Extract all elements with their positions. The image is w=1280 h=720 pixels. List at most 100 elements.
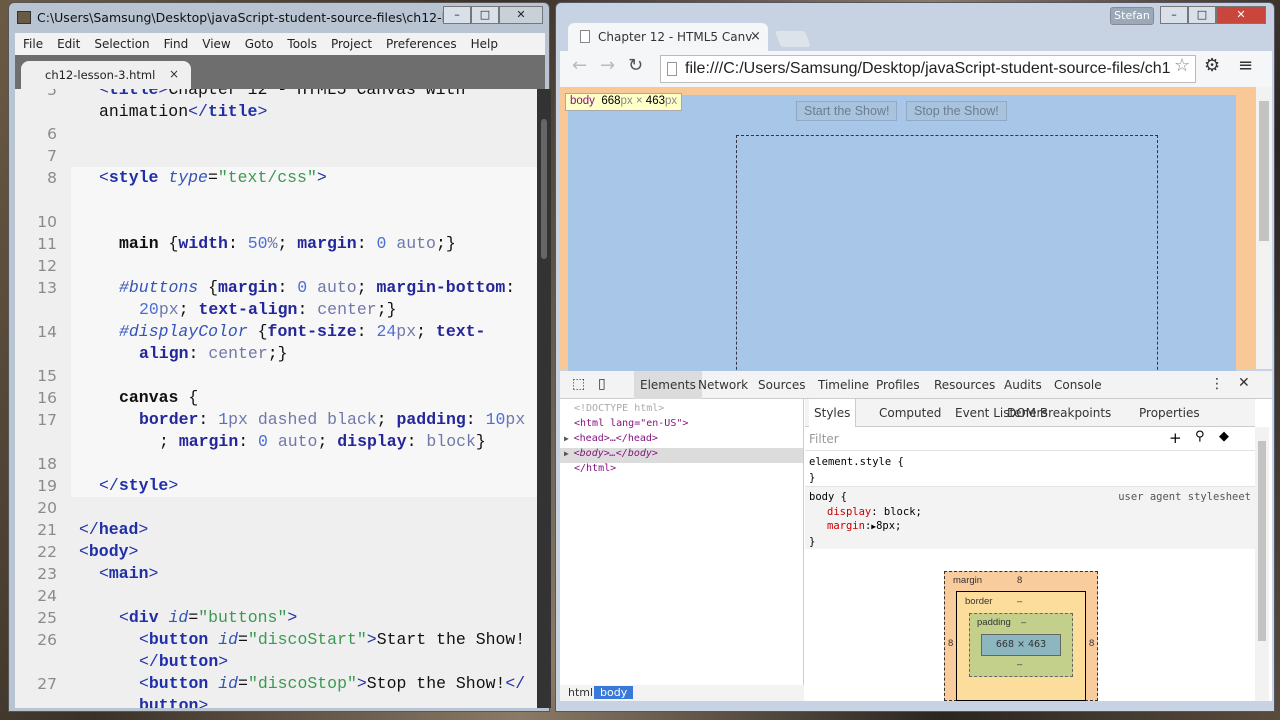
property-margin[interactable]: margin — [827, 520, 865, 532]
filter-input[interactable]: Filter — [809, 432, 839, 446]
maximize-button[interactable]: □ — [471, 6, 499, 24]
devtools-tab-resources[interactable]: Resources — [934, 378, 995, 392]
stop-show-button[interactable]: Stop the Show! — [906, 101, 1007, 121]
code-line[interactable]: 11 main {width: 50%; margin: 0 auto;} — [15, 233, 537, 255]
dom-tree-row[interactable]: <!DOCTYPE html> — [560, 403, 803, 418]
close-tab-icon[interactable]: × — [169, 67, 179, 81]
menu-edit[interactable]: Edit — [49, 33, 86, 51]
editor-scrollbar[interactable] — [537, 89, 551, 708]
start-show-button[interactable]: Start the Show! — [796, 101, 898, 121]
styles-tab-dom-breakpoints[interactable]: DOM Breakpoints — [1007, 406, 1111, 420]
code-line[interactable]: 7 — [15, 145, 537, 167]
dom-node[interactable]: <html lang="en-US"> — [574, 418, 688, 429]
devtools-tab-network[interactable]: Network — [698, 378, 748, 392]
color-format-icon[interactable]: ◆ — [1219, 429, 1229, 444]
browser-tab[interactable]: Chapter 12 - HTML5 Canv × — [568, 23, 768, 51]
code-line[interactable]: 23 <main> — [15, 563, 537, 585]
expand-triangle-icon[interactable]: ▶ — [564, 449, 574, 458]
address-bar[interactable]: file:///C:/Users/Samsung/Desktop/javaScr… — [660, 55, 1196, 83]
dom-tree-row[interactable]: </html> — [560, 463, 803, 478]
value-display[interactable]: : block; — [871, 506, 922, 518]
close-devtools-icon[interactable]: ✕ — [1238, 375, 1250, 391]
menu-find[interactable]: Find — [156, 33, 195, 51]
code-line[interactable]: 17 border: 1px dashed black; padding: 10p… — [15, 409, 537, 431]
devtools-tab-audits[interactable]: Audits — [1004, 378, 1042, 392]
menu-project[interactable]: Project — [323, 33, 378, 51]
code-line[interactable]: ; margin: 0 auto; display: block} — [15, 431, 537, 453]
expand-triangle-icon[interactable]: ▶ — [564, 434, 574, 443]
dom-node[interactable]: <!DOCTYPE html> — [574, 403, 664, 414]
code-line[interactable] — [15, 189, 537, 211]
bookmark-star-icon[interactable]: ☆ — [1174, 55, 1190, 76]
property-display[interactable]: display — [827, 506, 871, 518]
devtools-tab-sources[interactable]: Sources — [758, 378, 805, 392]
menu-view[interactable]: View — [194, 33, 236, 51]
element-style-rule[interactable]: element.style { — [809, 454, 1251, 470]
inspect-icon[interactable]: ⬚ — [572, 376, 585, 392]
styles-scrollbar[interactable] — [1255, 427, 1269, 701]
code-line[interactable]: 12 — [15, 255, 537, 277]
code-line[interactable]: 8 <style type="text/css"> — [15, 167, 537, 189]
profile-button[interactable]: Stefan — [1110, 7, 1154, 25]
devtools-tab-elements[interactable]: Elements — [634, 371, 702, 399]
gear-icon[interactable]: ⚙ — [1204, 55, 1220, 76]
code-line[interactable]: 20px; text-align: center;} — [15, 299, 537, 321]
devtools-tab-console[interactable]: Console — [1054, 378, 1102, 392]
styles-tab-properties[interactable]: Properties — [1139, 406, 1200, 420]
reload-icon[interactable]: ↻ — [628, 55, 643, 76]
maximize-button[interactable]: □ — [1188, 6, 1216, 24]
code-line[interactable]: 6 — [15, 123, 537, 145]
new-tab-button[interactable] — [775, 31, 811, 47]
styles-tab-styles[interactable]: Styles — [809, 399, 857, 427]
close-button[interactable]: ✕ — [1216, 6, 1266, 24]
code-line[interactable]: align: center;} — [15, 343, 537, 365]
menu-file[interactable]: File — [15, 33, 49, 51]
devtools-tab-timeline[interactable]: Timeline — [818, 378, 869, 392]
code-line[interactable]: 25 <div id="buttons"> — [15, 607, 537, 629]
menu-icon[interactable]: ≡ — [1238, 55, 1253, 76]
code-line[interactable]: button> — [15, 695, 537, 708]
code-line[interactable]: 27 <button id="discoStop">Stop the Show!<… — [15, 673, 537, 695]
code-line[interactable]: 20 — [15, 497, 537, 519]
code-line[interactable]: animation</title> — [15, 101, 537, 123]
dom-node[interactable]: <head>…</head> — [574, 433, 658, 444]
menu-goto[interactable]: Goto — [237, 33, 280, 51]
code-line[interactable]: 13 #buttons {margin: 0 auto; margin-botto… — [15, 277, 537, 299]
page-scrollbar[interactable] — [1256, 87, 1272, 369]
more-icon[interactable]: ⋮ — [1210, 376, 1224, 392]
dom-tree-row[interactable]: ▶ <body>…</body> — [560, 448, 803, 463]
code-line[interactable]: 18 — [15, 453, 537, 475]
code-line[interactable]: 19 </style> — [15, 475, 537, 497]
styles-tab-computed[interactable]: Computed — [879, 406, 941, 420]
device-mode-icon[interactable]: ▯ — [598, 376, 606, 392]
code-line[interactable]: 5 <title>Chapter 12 - HTML5 Canvas with — [15, 89, 537, 101]
forward-icon[interactable]: → — [600, 55, 615, 76]
file-tab[interactable]: ch12-lesson-3.html × — [21, 61, 191, 89]
code-line[interactable]: </button> — [15, 651, 537, 673]
dom-node[interactable]: </html> — [574, 463, 616, 474]
dom-node[interactable]: <body>…</body> — [574, 448, 658, 459]
close-tab-icon[interactable]: × — [750, 29, 761, 44]
pin-icon[interactable]: ⚲ — [1195, 429, 1205, 444]
code-line[interactable]: 24 — [15, 585, 537, 607]
devtools-tab-profiles[interactable]: Profiles — [876, 378, 920, 392]
back-icon[interactable]: ← — [572, 55, 587, 76]
menu-help[interactable]: Help — [463, 33, 504, 51]
code-line[interactable]: 16 canvas { — [15, 387, 537, 409]
minimize-button[interactable]: – — [1160, 6, 1188, 24]
menu-preferences[interactable]: Preferences — [378, 33, 463, 51]
close-button[interactable]: ✕ — [499, 6, 543, 24]
menu-tools[interactable]: Tools — [279, 33, 323, 51]
minimize-button[interactable]: – — [443, 6, 471, 24]
crumb-body[interactable]: body — [594, 686, 634, 699]
code-line[interactable]: 15 — [15, 365, 537, 387]
code-line[interactable]: 10 — [15, 211, 537, 233]
code-line[interactable]: 22 <body> — [15, 541, 537, 563]
dom-tree-row[interactable]: ▶ <head>…</head> — [560, 433, 803, 448]
code-line[interactable]: 21 </head> — [15, 519, 537, 541]
code-line[interactable]: 26 <button id="discoStart">Start the Show… — [15, 629, 537, 651]
code-line[interactable]: 14 #displayColor {font-size: 24px; text- — [15, 321, 537, 343]
dom-tree-row[interactable]: <html lang="en-US"> — [560, 418, 803, 433]
menu-selection[interactable]: Selection — [86, 33, 155, 51]
value-margin[interactable]: 8px; — [876, 520, 901, 532]
